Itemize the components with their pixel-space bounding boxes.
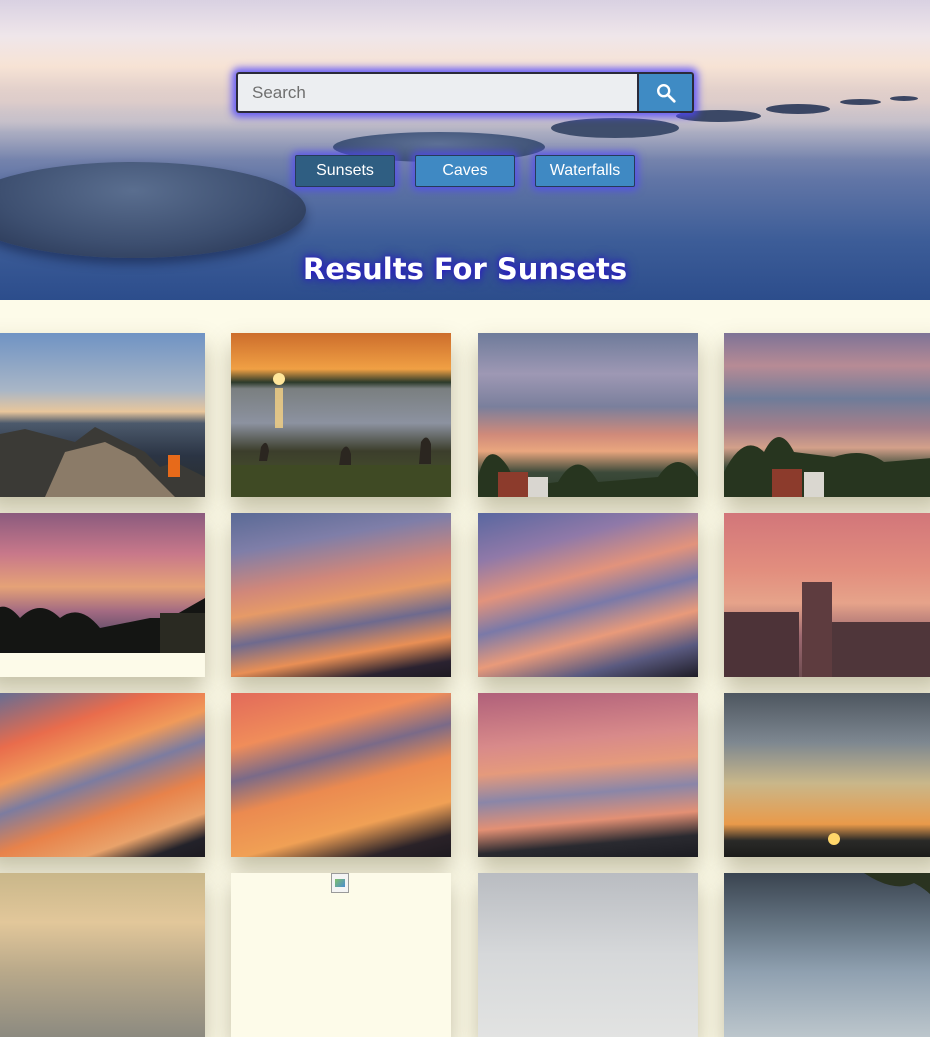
result-image[interactable] [478, 513, 698, 677]
stepping-stone [551, 118, 679, 138]
category-button-sunsets[interactable]: Sunsets [295, 155, 395, 187]
result-image[interactable] [478, 333, 698, 497]
result-image[interactable] [231, 693, 451, 857]
category-button-waterfalls[interactable]: Waterfalls [535, 155, 635, 187]
broken-image-icon [331, 873, 349, 893]
result-image[interactable] [0, 513, 205, 677]
result-image[interactable] [724, 513, 930, 677]
category-button-caves[interactable]: Caves [415, 155, 515, 187]
result-image[interactable] [478, 693, 698, 857]
result-image[interactable] [231, 333, 451, 497]
result-image[interactable] [724, 693, 930, 857]
result-image[interactable] [0, 873, 205, 1037]
result-image[interactable] [0, 333, 205, 497]
results-grid [0, 300, 930, 1037]
stepping-stone [0, 162, 306, 258]
result-image[interactable] [724, 333, 930, 497]
results-title: Results For Sunsets [302, 252, 628, 286]
stepping-stone [766, 104, 830, 114]
search-input[interactable] [236, 72, 637, 113]
stepping-stone [890, 96, 918, 101]
stepping-stone [840, 99, 881, 105]
hero-banner: Sunsets Caves Waterfalls Results For Sun… [0, 0, 930, 300]
search-button[interactable] [637, 72, 694, 113]
result-image[interactable] [724, 873, 930, 1037]
result-image[interactable] [0, 693, 205, 857]
result-image-broken[interactable] [231, 873, 451, 1037]
search-icon [656, 83, 676, 103]
result-image[interactable] [231, 513, 451, 677]
search-bar [236, 72, 694, 113]
result-image[interactable] [478, 873, 698, 1037]
